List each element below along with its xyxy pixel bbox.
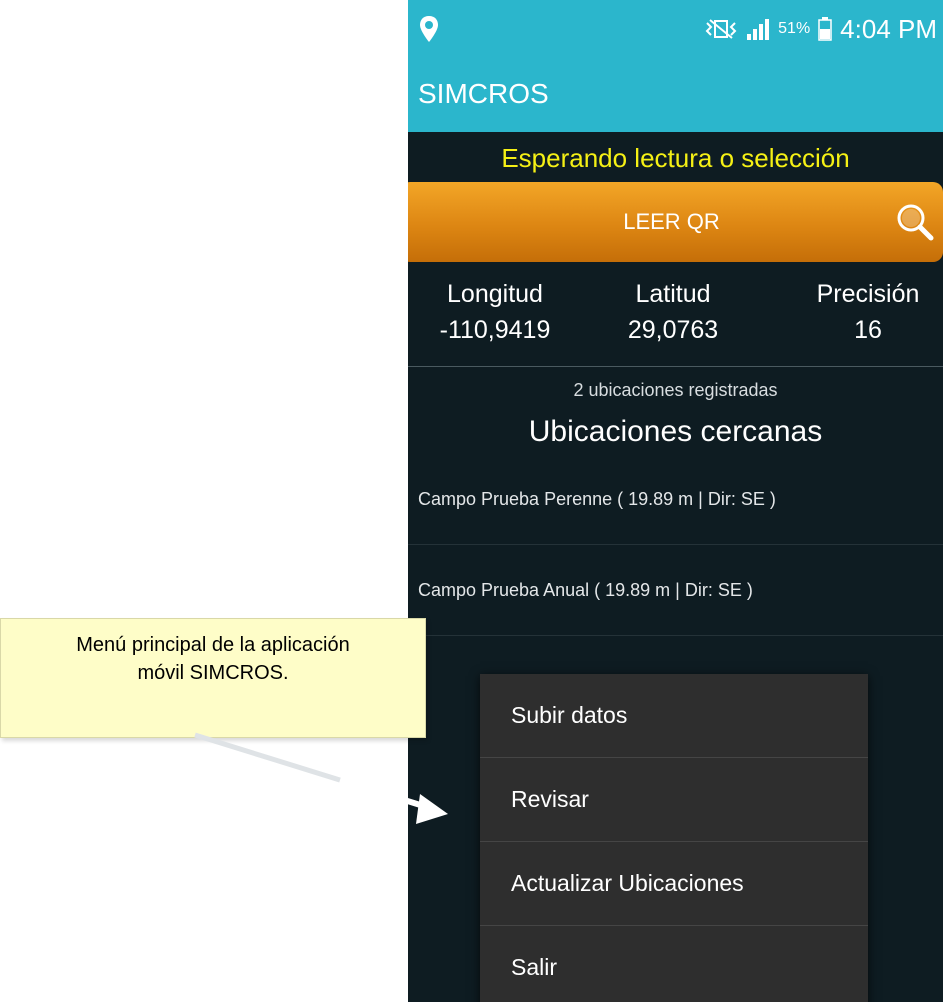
main-menu: Subir datos Revisar Actualizar Ubicacion… [480,674,868,1002]
signal-icon [747,19,770,40]
vibrate-icon [705,19,737,39]
latitude-value: 29,0763 [627,316,719,344]
read-qr-label: LEER QR [623,209,720,234]
callout-line-1: Menú principal de la aplicación [76,634,350,656]
menu-item-label: Revisar [511,786,589,812]
divider [408,366,943,367]
callout-note: Menú principal de la aplicación móvil SI… [0,618,426,738]
registered-count: 2 ubicaciones registradas [573,380,778,400]
menu-item-label: Salir [511,954,558,980]
menu-item-label: Subir datos [511,702,628,728]
app-title: SIMCROS [418,78,549,109]
latitude-label: Latitud [635,280,711,308]
longitude-label: Longitud [447,280,543,308]
menu-item-exit[interactable]: Salir [480,926,868,1002]
precision-label: Precisión [816,280,920,308]
location-item[interactable]: Campo Prueba Anual ( 19.89 m | Dir: SE ) [408,545,943,636]
status-message: Esperando lectura o selección [501,143,850,173]
phone-screen: 51% 4:04 PM SIMCROS Esperando lectura o … [408,0,943,1002]
app-bar: SIMCROS [408,60,943,132]
precision: Precisión 16 [793,276,943,348]
coordinates-panel: Longitud -110,9419 Latitud 29,0763 Preci… [408,276,943,366]
location-item-label: Campo Prueba Anual ( 19.89 m | Dir: SE ) [418,580,753,600]
clock: 4:04 PM [840,13,937,44]
battery-percent: 51% [778,20,811,37]
battery-icon [818,17,832,41]
read-qr-button[interactable]: LEER QR [408,182,943,262]
menu-item-review[interactable]: Revisar [480,758,868,842]
location-icon [420,16,438,42]
menu-item-label: Actualizar Ubicaciones [511,870,744,896]
callout-line-2: móvil SIMCROS. [137,662,289,684]
menu-item-upload-data[interactable]: Subir datos [480,674,868,758]
status-bar: 51% 4:04 PM [408,0,943,60]
longitude-value: -110,9419 [439,316,551,344]
latitude: Latitud 29,0763 [598,276,748,348]
menu-item-update-locations[interactable]: Actualizar Ubicaciones [480,842,868,926]
location-item[interactable]: Campo Prueba Perenne ( 19.89 m | Dir: SE… [408,454,943,545]
longitude: Longitud -110,9419 [420,276,570,348]
search-icon [897,204,934,241]
nearby-title: Ubicaciones cercanas [528,415,823,448]
precision-value: 16 [854,316,882,344]
callout-arrow-icon [194,732,448,824]
location-item-label: Campo Prueba Perenne ( 19.89 m | Dir: SE… [418,489,776,509]
